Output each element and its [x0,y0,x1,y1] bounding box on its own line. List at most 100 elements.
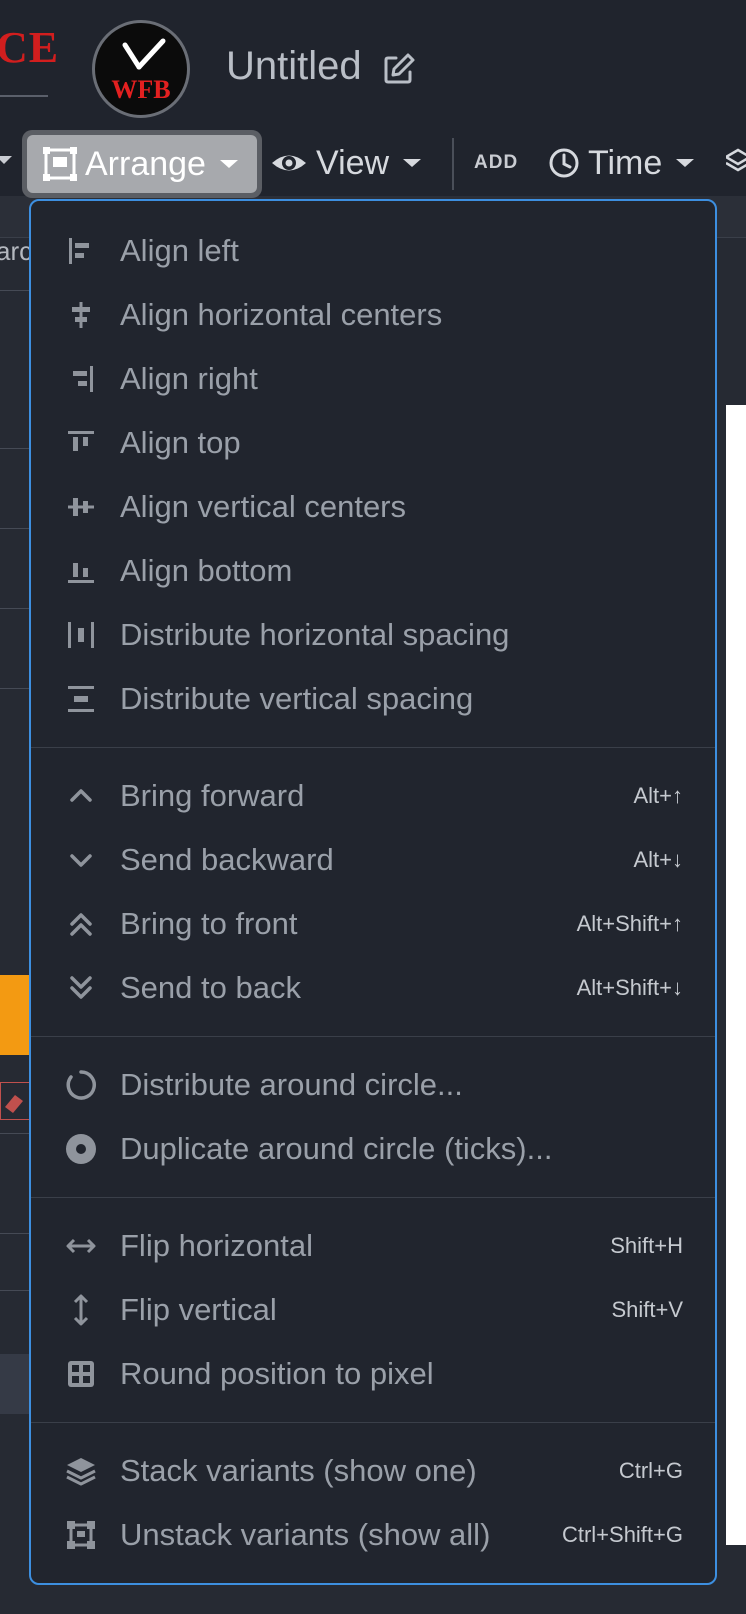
align-vertical-centers-icon [68,498,94,516]
menu-item-label: Align horizontal centers [120,297,443,332]
menu-item-label: Align top [120,425,241,460]
menu-item-align-bottom[interactable]: Align bottom [31,539,715,603]
background-divider [0,1233,30,1234]
layers-icon[interactable] [726,148,746,178]
brand-underline [0,95,48,97]
align-top-icon [68,431,94,451]
document-title[interactable]: Untitled [226,44,362,89]
background-panel-row [0,1354,30,1414]
canvas-area [726,405,746,1545]
menu-item-duplicate-around-circle[interactable]: Duplicate around circle (ticks)... [31,1117,715,1181]
shortcut-label: Alt+↑ [633,783,683,808]
menu-item-distribute-horizontal-spacing[interactable]: Distribute horizontal spacing [31,603,715,667]
add-label: ADD [474,152,519,173]
logo-text: WFB [111,75,171,104]
menu-item-label: Align left [120,233,239,268]
brand-text: CE [0,23,60,72]
menu-item-align-top[interactable]: Align top [31,411,715,475]
menu-item-bring-to-front[interactable]: Bring to front Alt+Shift+↑ [31,892,715,956]
shortcut-label: Shift+V [611,1297,683,1322]
chevron-down-icon [403,159,422,167]
app-window: arc 30 CE WFB Untitled [0,0,746,1614]
menu-item-round-position-to-pixel[interactable]: Round position to pixel [31,1342,715,1406]
view-label: View [316,143,390,182]
menu-divider [31,1197,715,1198]
menu-item-label: Distribute horizontal spacing [120,617,510,652]
double-chevron-down-icon [70,976,92,999]
header: CE WFB Untitled [0,0,746,130]
toolbar: Arrange View ADD Time [0,130,746,198]
menu-item-label: Round position to pixel [120,1356,434,1391]
align-left-icon [69,238,89,264]
clock-icon [549,148,579,178]
arrange-menu-button[interactable]: Arrange [22,130,262,198]
toolbar-separator [452,138,454,190]
align-bottom-icon [68,563,94,583]
distribute-horizontal-icon [68,622,94,648]
menu-item-send-to-back[interactable]: Send to back Alt+Shift+↓ [31,956,715,1020]
menu-item-label: Flip vertical [120,1292,277,1327]
add-button[interactable]: ADD [474,130,518,196]
menu-item-bring-forward[interactable]: Bring forward Alt+↑ [31,764,715,828]
edit-icon[interactable] [382,52,416,86]
menu-item-flip-vertical[interactable]: Flip vertical Shift+V [31,1278,715,1342]
shortcut-label: Ctrl+G [618,1458,683,1483]
background-divider [0,448,30,449]
menu-item-label: Bring to front [120,906,298,941]
menu-divider [31,1422,715,1423]
menu-item-unstack-variants[interactable]: Unstack variants (show all) Ctrl+Shift+G [31,1503,715,1567]
menu-item-flip-horizontal[interactable]: Flip horizontal Shift+H [31,1214,715,1278]
eye-icon [272,155,306,171]
menu-item-align-horizontal-centers[interactable]: Align horizontal centers [31,283,715,347]
view-menu-button[interactable]: View [270,130,423,196]
menu-divider [31,1036,715,1037]
shortcut-label: Alt+Shift+↑ [576,911,683,936]
arrows-vertical-icon [73,1294,89,1326]
arrows-horizontal-icon [66,1238,96,1254]
chevron-down-icon [676,159,695,167]
shortcut-label: Ctrl+Shift+G [561,1522,683,1547]
menu-item-label: Bring forward [120,778,305,813]
background-label: arc [0,236,33,266]
circle-dot-icon [66,1134,96,1164]
time-menu-button[interactable]: Time [548,130,696,196]
menu-item-label: Flip horizontal [120,1228,313,1263]
chevron-down-icon [70,854,92,867]
menu-item-align-vertical-centers[interactable]: Align vertical centers [31,475,715,539]
background-divider [0,1290,30,1291]
time-label: Time [588,143,663,182]
unstack-icon [67,1521,95,1549]
logo[interactable]: WFB [92,20,190,118]
menu-item-label: Distribute around circle... [120,1067,463,1102]
double-chevron-up-icon [70,913,92,936]
menu-item-distribute-around-circle[interactable]: Distribute around circle... [31,1053,715,1117]
menu-item-label: Align vertical centers [120,489,407,524]
arrange-dropdown-menu: Align left Align horizontal centers Alig… [29,199,717,1585]
menu-item-distribute-vertical-spacing[interactable]: Distribute vertical spacing [31,667,715,731]
eraser-icon [0,1082,30,1120]
chevron-up-icon [70,789,92,802]
circle-outline-icon [66,1070,96,1100]
chevron-down-icon [219,160,238,168]
menu-item-label: Duplicate around circle (ticks)... [120,1131,553,1166]
menu-item-label: Stack variants (show one) [120,1453,477,1488]
grid-icon [68,1361,94,1387]
menu-item-label: Send to back [120,970,301,1005]
background-divider [0,608,30,609]
arrange-label: Arrange [85,144,206,183]
distribute-vertical-icon [68,686,94,712]
menu-item-label: Send backward [120,842,334,877]
menu-item-send-backward[interactable]: Send backward Alt+↓ [31,828,715,892]
chevron-down-icon[interactable] [0,154,12,166]
menu-item-label: Align bottom [120,553,293,588]
menu-item-label: Unstack variants (show all) [120,1517,491,1552]
menu-divider [31,747,715,748]
menu-item-label: Align right [120,361,258,396]
menu-item-label: Distribute vertical spacing [120,681,474,716]
background-divider [0,688,30,689]
shortcut-label: Alt+↓ [633,847,683,872]
align-right-icon [73,366,93,392]
menu-item-align-left[interactable]: Align left [31,219,715,283]
menu-item-align-right[interactable]: Align right [31,347,715,411]
menu-item-stack-variants[interactable]: Stack variants (show one) Ctrl+G [31,1439,715,1503]
